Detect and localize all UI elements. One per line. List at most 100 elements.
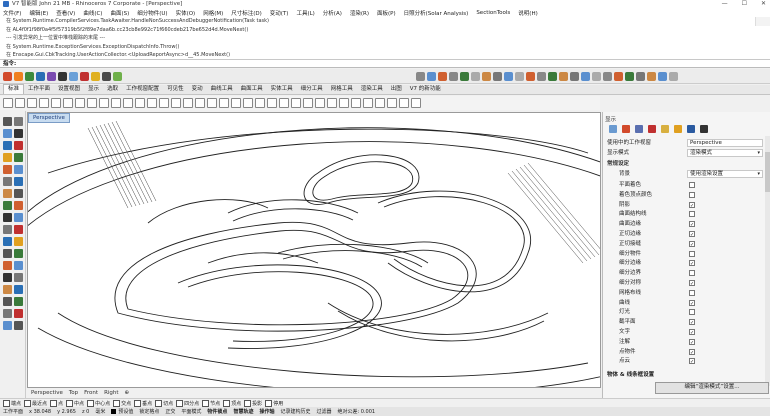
- option-checkbox[interactable]: [689, 279, 695, 289]
- status-toggle[interactable]: 操作轴: [259, 408, 274, 415]
- open-file-icon[interactable]: [15, 98, 25, 108]
- option-checkbox[interactable]: [689, 328, 695, 338]
- status-toggle[interactable]: 绝对公差: 0.001: [338, 408, 376, 415]
- left-tool-icon[interactable]: [14, 273, 23, 282]
- left-tool-icon[interactable]: [14, 225, 23, 234]
- enscape-material-icon[interactable]: [113, 71, 122, 81]
- toolbar-tab[interactable]: V7 的新功能: [406, 85, 445, 94]
- toolbar-tab[interactable]: 设置视图: [54, 85, 84, 94]
- viewport-title[interactable]: Perspective: [28, 113, 70, 123]
- tool-icon[interactable]: [625, 71, 634, 81]
- tool-icon[interactable]: [592, 71, 601, 81]
- left-tool-icon[interactable]: [3, 321, 12, 330]
- left-tool-icon[interactable]: [3, 213, 12, 222]
- status-toggle[interactable]: 过滤器: [316, 408, 331, 415]
- left-tool-icon[interactable]: [14, 213, 23, 222]
- menu-item[interactable]: 网格(M): [203, 9, 223, 17]
- tool-icon[interactable]: [416, 71, 425, 81]
- option-checkbox[interactable]: [689, 250, 695, 257]
- left-tool-icon[interactable]: [3, 249, 12, 258]
- left-tool-icon[interactable]: [14, 309, 23, 318]
- toolbar-tab[interactable]: 标准: [3, 84, 25, 94]
- left-tool-icon[interactable]: [3, 261, 12, 270]
- perspective-viewport[interactable]: Perspective: [27, 112, 601, 388]
- save-icon[interactable]: [27, 98, 37, 108]
- left-tool-icon[interactable]: [3, 225, 12, 234]
- environment-tab-icon[interactable]: [661, 125, 669, 133]
- left-tool-icon[interactable]: [3, 273, 12, 282]
- left-tool-icon[interactable]: [3, 117, 12, 126]
- tool-icon[interactable]: [515, 71, 524, 81]
- properties-tab-icon[interactable]: [609, 125, 617, 133]
- tool-icon[interactable]: [438, 71, 447, 81]
- print-icon[interactable]: [39, 98, 49, 108]
- import-icon[interactable]: [51, 98, 61, 108]
- menu-item[interactable]: SectionTools: [476, 10, 510, 16]
- render-tab-icon[interactable]: [635, 125, 643, 133]
- enscape-asset-icon[interactable]: [58, 71, 67, 81]
- tool-icon[interactable]: [658, 71, 667, 81]
- osnap-toggle[interactable]: 点: [50, 399, 63, 407]
- left-tool-icon[interactable]: [14, 261, 23, 270]
- panel-scroll-thumb[interactable]: [765, 152, 770, 192]
- paste-icon[interactable]: [87, 98, 97, 108]
- undo-view-icon[interactable]: [195, 98, 205, 108]
- menu-item[interactable]: 文件(F): [3, 9, 21, 17]
- status-toggle[interactable]: 锁定格点: [139, 408, 159, 415]
- osnap-toggle[interactable]: 切点: [155, 399, 173, 407]
- group-icon[interactable]: [339, 98, 349, 108]
- left-tool-icon[interactable]: [3, 297, 12, 306]
- tool-icon[interactable]: [581, 71, 590, 81]
- tool-icon[interactable]: [504, 71, 513, 81]
- layer-icon[interactable]: [255, 98, 265, 108]
- libraries-tab-icon[interactable]: [674, 125, 682, 133]
- option-checkbox[interactable]: [689, 309, 695, 316]
- tool-icon[interactable]: [449, 71, 458, 81]
- tool-icon[interactable]: [526, 71, 535, 81]
- left-tool-icon[interactable]: [14, 297, 23, 306]
- tool-icon[interactable]: [482, 71, 491, 81]
- osnap-toggle[interactable]: 中点: [66, 399, 84, 407]
- lock-object-icon[interactable]: [315, 98, 325, 108]
- rotate-view-icon[interactable]: [135, 98, 145, 108]
- help-icon[interactable]: [411, 98, 421, 108]
- toolbar-tab[interactable]: 细分工具: [297, 85, 327, 94]
- edit-display-mode-button[interactable]: 编辑“渲染模式”设置...: [655, 382, 769, 394]
- left-tool-icon[interactable]: [3, 129, 12, 138]
- layers-tab-icon[interactable]: [622, 125, 630, 133]
- option-checkbox[interactable]: [689, 289, 695, 296]
- toolbar-tab[interactable]: 变动: [188, 85, 207, 94]
- toolbar-tab[interactable]: 实体工具: [267, 85, 297, 94]
- tool-icon[interactable]: [493, 71, 502, 81]
- left-tool-icon[interactable]: [14, 165, 23, 174]
- osnap-toggle[interactable]: 四分点: [176, 399, 199, 407]
- tool-icon[interactable]: [647, 71, 656, 81]
- unlock-icon[interactable]: [327, 98, 337, 108]
- left-tool-icon[interactable]: [14, 249, 23, 258]
- toolbar-tab[interactable]: 曲面工具: [237, 85, 267, 94]
- tool-icon[interactable]: [548, 71, 557, 81]
- toolbar-tab[interactable]: 选取: [103, 85, 122, 94]
- status-layer[interactable]: 预设值: [111, 408, 133, 415]
- option-checkbox[interactable]: [689, 230, 695, 240]
- close-button[interactable]: ✕: [761, 0, 766, 8]
- enscape-start-icon[interactable]: [3, 71, 12, 81]
- add-viewport-icon[interactable]: ⊕: [125, 390, 130, 396]
- display-mode-select[interactable]: 渲染模式 ▾: [687, 149, 763, 157]
- left-tool-icon[interactable]: [14, 141, 23, 150]
- new-file-icon[interactable]: [3, 98, 13, 108]
- enscape-video-icon[interactable]: [47, 71, 56, 81]
- environment-icon[interactable]: [387, 98, 397, 108]
- tool-icon[interactable]: [537, 71, 546, 81]
- viewport-tab-front[interactable]: Front: [84, 390, 98, 396]
- hide-icon[interactable]: [291, 98, 301, 108]
- osnap-toggle[interactable]: 节点: [202, 399, 220, 407]
- option-checkbox[interactable]: [689, 240, 695, 250]
- match-icon[interactable]: [279, 98, 289, 108]
- option-checkbox[interactable]: [689, 270, 695, 277]
- tool-icon[interactable]: [636, 71, 645, 81]
- menu-item[interactable]: 日照分析(Solar Analysis): [404, 9, 469, 17]
- toolbar-tab[interactable]: 工作视窗配置: [122, 85, 163, 94]
- undo-icon[interactable]: [99, 98, 109, 108]
- option-checkbox[interactable]: [689, 338, 695, 348]
